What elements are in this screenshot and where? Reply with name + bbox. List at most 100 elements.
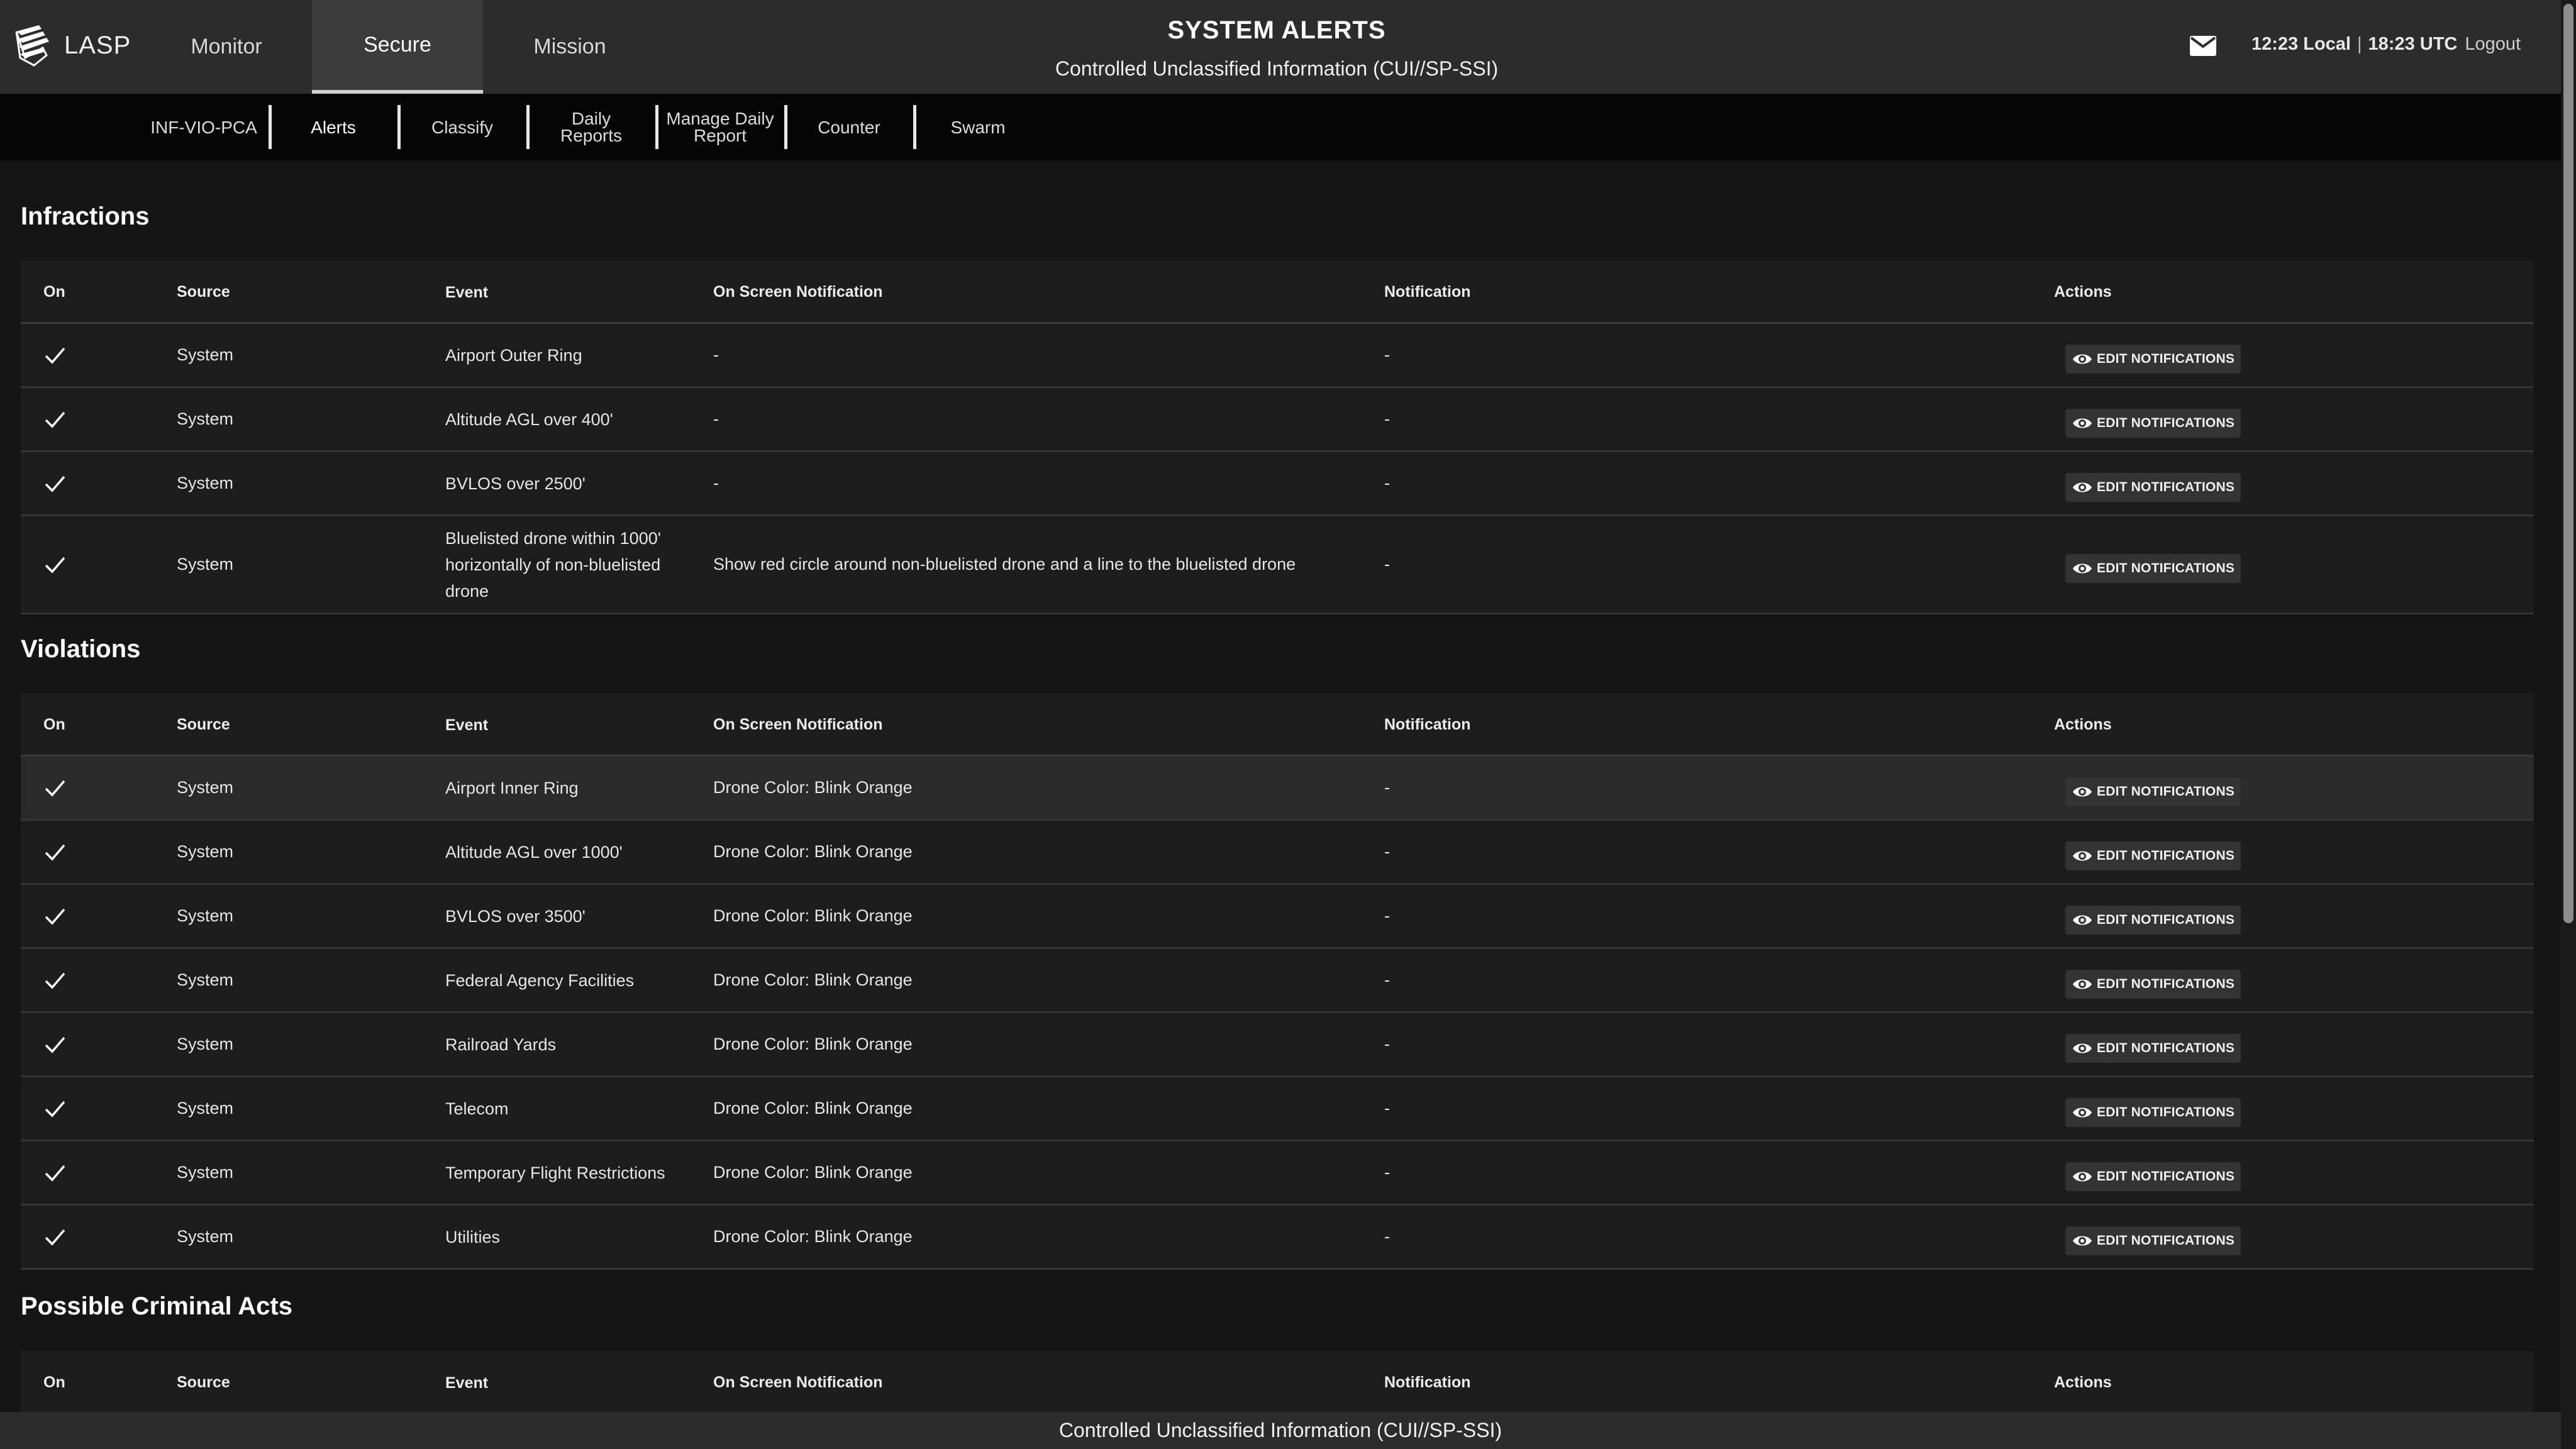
column-header-actions: Actions xyxy=(2054,716,2112,733)
edit-notifications-button[interactable]: EDIT NOTIFICATIONS xyxy=(2065,1033,2241,1063)
logout-link[interactable]: Logout xyxy=(2465,34,2521,54)
criminal-acts-table: On Source Event On Screen Notification N… xyxy=(21,1351,2534,1414)
tab-monitor[interactable]: Monitor xyxy=(141,0,312,94)
edit-notifications-button[interactable]: EDIT NOTIFICATIONS xyxy=(2065,777,2241,806)
edit-notifications-button[interactable]: EDIT NOTIFICATIONS xyxy=(2065,969,2241,999)
edit-notifications-label: EDIT NOTIFICATIONS xyxy=(2097,848,2235,863)
subnav-classify[interactable]: Classify xyxy=(398,105,526,149)
on-checkbox[interactable] xyxy=(42,1206,67,1268)
event-cell: Telecom xyxy=(445,1099,509,1118)
subnav-manage-daily-report[interactable]: Manage Daily Report xyxy=(656,105,784,149)
checkmark-icon xyxy=(45,1036,65,1053)
column-header-on-screen-notification: On Screen Notification xyxy=(713,283,883,301)
edit-notifications-label: EDIT NOTIFICATIONS xyxy=(2097,912,2235,927)
on-checkbox[interactable] xyxy=(42,949,67,1011)
scrollbar-thumb[interactable] xyxy=(2563,4,2573,923)
on-screen-notification-cell: Drone Color: Blink Orange xyxy=(713,1035,913,1053)
checkmark-icon xyxy=(45,1101,65,1118)
on-checkbox[interactable] xyxy=(42,1077,67,1140)
on-screen-notification-cell: - xyxy=(713,345,719,364)
local-time: 12:23 Local xyxy=(2251,34,2351,54)
column-header-source: Source xyxy=(177,283,230,301)
edit-notifications-label: EDIT NOTIFICATIONS xyxy=(2097,479,2235,494)
on-checkbox[interactable] xyxy=(42,885,67,947)
on-screen-notification-cell: - xyxy=(713,474,719,492)
on-checkbox[interactable] xyxy=(42,324,67,386)
subnav-inf-vio-pca[interactable]: INF-VIO-PCA xyxy=(140,105,268,149)
on-checkbox[interactable] xyxy=(42,516,67,613)
infractions-table: On Source Event On Screen Notification N… xyxy=(21,260,2534,614)
edit-notifications-label: EDIT NOTIFICATIONS xyxy=(2097,560,2235,575)
notification-cell: - xyxy=(1384,906,1390,925)
checkmark-icon xyxy=(45,347,65,364)
table-row: System BVLOS over 2500' - - EDIT NOTIFIC… xyxy=(21,452,2534,516)
edit-notifications-button[interactable]: EDIT NOTIFICATIONS xyxy=(2065,344,2241,374)
edit-notifications-label: EDIT NOTIFICATIONS xyxy=(2097,1233,2235,1248)
subnav-swarm[interactable]: Swarm xyxy=(914,105,1042,149)
mail-icon[interactable] xyxy=(2189,35,2217,57)
table-row: System Temporary Flight Restrictions Dro… xyxy=(21,1141,2534,1206)
column-header-actions: Actions xyxy=(2054,283,2112,301)
actions-cell: EDIT NOTIFICATIONS xyxy=(2065,1013,2241,1075)
table-row: System BVLOS over 3500' Drone Color: Bli… xyxy=(21,885,2534,949)
edit-notifications-label: EDIT NOTIFICATIONS xyxy=(2097,1104,2235,1119)
edit-notifications-label: EDIT NOTIFICATIONS xyxy=(2097,1040,2235,1055)
eye-icon xyxy=(2073,564,2092,573)
actions-cell: EDIT NOTIFICATIONS xyxy=(2065,757,2241,819)
on-checkbox[interactable] xyxy=(42,821,67,883)
eye-icon xyxy=(2073,418,2092,428)
subnav-counter[interactable]: Counter xyxy=(785,105,913,149)
checkmark-icon xyxy=(45,844,65,861)
actions-cell: EDIT NOTIFICATIONS xyxy=(2065,1141,2241,1204)
table-row: System Altitude AGL over 1000' Drone Col… xyxy=(21,821,2534,885)
section-title-criminal-acts: Possible Criminal Acts xyxy=(21,1292,292,1320)
actions-cell: EDIT NOTIFICATIONS xyxy=(2065,1077,2241,1140)
actions-cell: EDIT NOTIFICATIONS xyxy=(2065,885,2241,947)
edit-notifications-button[interactable]: EDIT NOTIFICATIONS xyxy=(2065,905,2241,935)
edit-notifications-label: EDIT NOTIFICATIONS xyxy=(2097,351,2235,366)
event-cell: BVLOS over 3500' xyxy=(445,906,586,926)
on-screen-notification-cell: Drone Color: Blink Orange xyxy=(713,778,913,797)
event-cell: Utilities xyxy=(445,1227,501,1246)
edit-notifications-button[interactable]: EDIT NOTIFICATIONS xyxy=(2065,1226,2241,1255)
edit-notifications-button[interactable]: EDIT NOTIFICATIONS xyxy=(2065,841,2241,870)
edit-notifications-button[interactable]: EDIT NOTIFICATIONS xyxy=(2065,408,2241,438)
column-header-actions: Actions xyxy=(2054,1374,2112,1391)
page-title: SYSTEM ALERTS xyxy=(1167,16,1386,44)
tab-mission[interactable]: Mission xyxy=(484,0,655,94)
source-cell: System xyxy=(177,1099,234,1118)
subnav-alerts[interactable]: Alerts xyxy=(269,105,397,149)
edit-notifications-button[interactable]: EDIT NOTIFICATIONS xyxy=(2065,1162,2241,1191)
column-header-event: Event xyxy=(445,716,489,734)
eye-icon xyxy=(2073,1043,2092,1053)
on-screen-notification-cell: Drone Color: Blink Orange xyxy=(713,1099,913,1118)
column-header-on: On xyxy=(43,283,65,301)
subnav-daily-reports[interactable]: Daily Reports xyxy=(527,105,655,149)
on-checkbox[interactable] xyxy=(42,757,67,819)
edit-notifications-button[interactable]: EDIT NOTIFICATIONS xyxy=(2065,1097,2241,1127)
footer-classification-banner: Controlled Unclassified Information (CUI… xyxy=(0,1412,2561,1449)
on-checkbox[interactable] xyxy=(42,388,67,450)
column-header-source: Source xyxy=(177,716,230,733)
notification-cell: - xyxy=(1384,555,1390,574)
event-cell: Railroad Yards xyxy=(445,1035,557,1054)
on-screen-notification-cell: Show red circle around non-bluelisted dr… xyxy=(713,555,1296,574)
source-cell: System xyxy=(177,842,234,861)
table-header: On Source Event On Screen Notification N… xyxy=(21,260,2534,324)
app-logo[interactable]: LASP xyxy=(14,21,131,69)
vertical-scrollbar[interactable] xyxy=(2561,0,2576,1449)
on-checkbox[interactable] xyxy=(42,1013,67,1075)
edit-notifications-button[interactable]: EDIT NOTIFICATIONS xyxy=(2065,472,2241,502)
actions-cell: EDIT NOTIFICATIONS xyxy=(2065,1206,2241,1268)
event-cell: Airport Outer Ring xyxy=(445,345,582,365)
utc-time: 18:23 UTC xyxy=(2368,34,2458,54)
event-cell: Altitude AGL over 1000' xyxy=(445,842,623,862)
on-checkbox[interactable] xyxy=(42,452,67,514)
source-cell: System xyxy=(177,1035,234,1053)
column-header-notification: Notification xyxy=(1384,1374,1471,1391)
on-checkbox[interactable] xyxy=(42,1141,67,1204)
tab-secure[interactable]: Secure xyxy=(312,0,483,94)
edit-notifications-button[interactable]: EDIT NOTIFICATIONS xyxy=(2065,553,2241,583)
notification-cell: - xyxy=(1384,1099,1390,1118)
edit-notifications-label: EDIT NOTIFICATIONS xyxy=(2097,976,2235,991)
